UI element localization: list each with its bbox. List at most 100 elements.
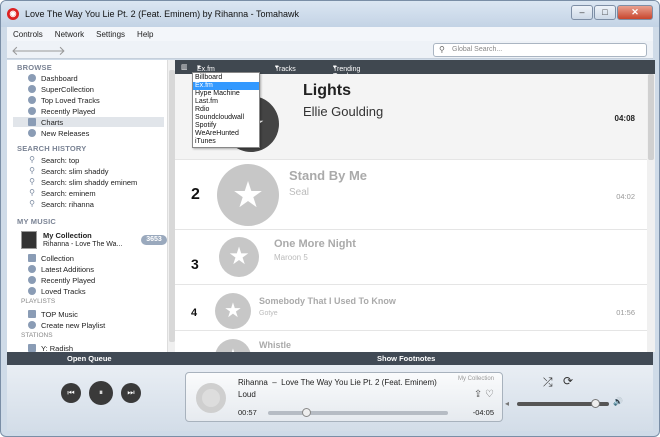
previous-button[interactable]: ⏮ [61, 383, 81, 403]
add-icon [28, 321, 36, 329]
sidebar-scrollbar[interactable] [167, 60, 175, 352]
album-cover-placeholder: ★ [217, 164, 279, 226]
minimize-button[interactable]: – [571, 5, 593, 20]
pause-button[interactable]: ⏸ [89, 381, 113, 405]
history-item[interactable]: ⚲ Search: slim shaddy [28, 166, 108, 176]
dropdown-option[interactable]: Rdio [193, 106, 259, 114]
dashboard-icon [28, 74, 36, 82]
new-releases-icon [28, 129, 36, 137]
search-icon: ⚲ [29, 166, 35, 175]
open-queue-button[interactable]: Open Queue [67, 354, 112, 363]
volume-slider[interactable] [517, 399, 609, 408]
menu-network[interactable]: Network [55, 30, 84, 39]
sidebar-item-charts[interactable]: Charts [13, 117, 164, 127]
charts-icon: ▥ [181, 64, 188, 71]
menu-bar: Controls Network Settings Help [7, 27, 653, 41]
history-item[interactable]: ⚲ Search: rihanna [28, 199, 94, 209]
sidebar-item-latest-additions[interactable]: Latest Additions [28, 264, 94, 274]
app-window: ◉ Love The Way You Lie Pt. 2 (Feat. Emin… [0, 0, 660, 437]
charts-icon [28, 118, 36, 126]
search-icon: ⚲ [29, 177, 35, 186]
volume-knob[interactable] [591, 399, 601, 408]
now-playing-panel: Rihanna – Love The Way You Lie Pt. 2 (Fe… [185, 372, 503, 422]
dropdown-option[interactable]: Spotify [193, 122, 259, 130]
title-bar: ◉ Love The Way You Lie Pt. 2 (Feat. Emin… [1, 1, 659, 27]
charts-scroll-thumb[interactable] [648, 74, 654, 160]
type-selector[interactable]: Tracks ▾ [275, 63, 296, 73]
player-bar: ⏮ ⏸ ⏭ Rihanna – Love The Way You Lie Pt.… [7, 365, 653, 431]
history-item[interactable]: ⚲ Search: top [28, 155, 79, 165]
chart-row[interactable]: 3 ★ One More Night Maroon 5 [175, 230, 647, 285]
dropdown-option[interactable]: Soundcloudwall [193, 114, 259, 122]
sidebar-item-top-loved[interactable]: Top Loved Tracks [28, 95, 100, 105]
seek-knob[interactable] [302, 408, 312, 417]
source-label: My Collection [457, 376, 494, 382]
browse-header: BROWSE [17, 63, 52, 72]
now-playing-title: Rihanna – Love The Way You Lie Pt. 2 (Fe… [238, 378, 437, 387]
source-selector[interactable]: Ex.fm ▾ [197, 63, 215, 73]
album-cover-placeholder: ★ [215, 293, 251, 329]
album-cover-placeholder: ★ [215, 339, 251, 352]
sidebar-item-loved-tracks[interactable]: Loved Tracks [28, 286, 86, 296]
chart-row[interactable]: 4 ★ Somebody That I Used To Know Gotye 0… [175, 285, 647, 331]
album-disc-icon [196, 383, 226, 413]
playlist-item-top-music[interactable]: TOP Music [28, 309, 78, 319]
sidebar-item-supercollection[interactable]: SuperCollection [28, 84, 94, 94]
history-item[interactable]: ⚲ Search: eminem [28, 188, 96, 198]
collection-icon [28, 254, 36, 262]
search-icon: ⚲ [439, 45, 445, 54]
create-playlist-item[interactable]: Create new Playlist [28, 320, 105, 330]
dropdown-option[interactable]: Hype Machine [193, 90, 259, 98]
sidebar-item-collection[interactable]: Collection [28, 253, 74, 263]
show-footnotes-button[interactable]: Show Footnotes [377, 354, 435, 363]
elapsed-time: 00:57 [238, 408, 257, 417]
seek-bar[interactable] [268, 408, 448, 417]
charts-scrollbar[interactable] [647, 74, 655, 352]
menu-help[interactable]: Help [137, 30, 153, 39]
dropdown-option-selected[interactable]: Ex.fm [193, 82, 259, 90]
global-search-input[interactable]: ⚲ Global Search... [433, 43, 647, 57]
maximize-button[interactable]: □ [594, 5, 616, 20]
search-placeholder: Global Search... [452, 46, 503, 53]
sidebar-item-dashboard[interactable]: Dashboard [28, 73, 78, 83]
chart-row[interactable]: ★ Whistle [175, 331, 647, 352]
menu-controls[interactable]: Controls [13, 30, 43, 39]
dropdown-option[interactable]: Last.fm [193, 98, 259, 106]
heart-icon [28, 96, 36, 104]
close-button[interactable]: ✕ [617, 5, 653, 20]
history-item[interactable]: ⚲ Search: slim shaddy eminem [28, 177, 137, 187]
volume-low-icon: ◂ [505, 399, 510, 408]
playlists-header: PLAYLISTS [21, 298, 56, 305]
supercollection-icon [28, 85, 36, 93]
sidebar: BROWSE Dashboard SuperCollection Top Lov… [7, 60, 175, 353]
my-music-header: MY MUSIC [17, 217, 56, 226]
menu-settings[interactable]: Settings [96, 30, 125, 39]
volume-high-icon: 🔊 [613, 397, 623, 406]
toolbar: 🡐 🡒 ⚲ Global Search... [7, 41, 653, 59]
search-icon: ⚲ [29, 199, 35, 208]
count-badge: 3653 [141, 235, 167, 245]
track-actions: ⇪ ♡ [474, 389, 494, 400]
dropdown-option[interactable]: Billboard [193, 74, 259, 82]
collection-avatar [21, 231, 37, 249]
station-icon [28, 344, 36, 352]
share-icon[interactable]: ⇪ [474, 389, 482, 400]
shuffle-icon[interactable]: ⤮ [543, 375, 553, 390]
sidebar-item-new-releases[interactable]: New Releases [28, 128, 89, 138]
next-button[interactable]: ⏭ [121, 383, 141, 403]
my-collection-item[interactable]: My Collection Rihanna - Love The Wa... 3… [21, 231, 167, 251]
list-selector[interactable]: Trending Tracks ▾ [333, 63, 360, 80]
dropdown-option[interactable]: iTunes [193, 138, 259, 146]
love-heart-icon[interactable]: ♡ [485, 389, 494, 400]
now-playing-album: Loud [238, 390, 256, 399]
sidebar-item-recently-played-mine[interactable]: Recently Played [28, 275, 95, 285]
chart-row[interactable]: 2 ★ Stand By Me Seal 04:02 [175, 160, 647, 230]
forward-arrow-icon[interactable]: 🡒 [31, 43, 66, 59]
repeat-icon[interactable]: ⟳ [563, 374, 573, 388]
heart-icon [28, 287, 36, 295]
dropdown-option[interactable]: WeAreHunted [193, 130, 259, 138]
sidebar-item-recently-played[interactable]: Recently Played [28, 106, 95, 116]
window-title: Love The Way You Lie Pt. 2 (Feat. Eminem… [25, 9, 299, 19]
source-dropdown: Billboard Ex.fm Hype Machine Last.fm Rdi… [192, 72, 260, 148]
clock-icon [28, 107, 36, 115]
